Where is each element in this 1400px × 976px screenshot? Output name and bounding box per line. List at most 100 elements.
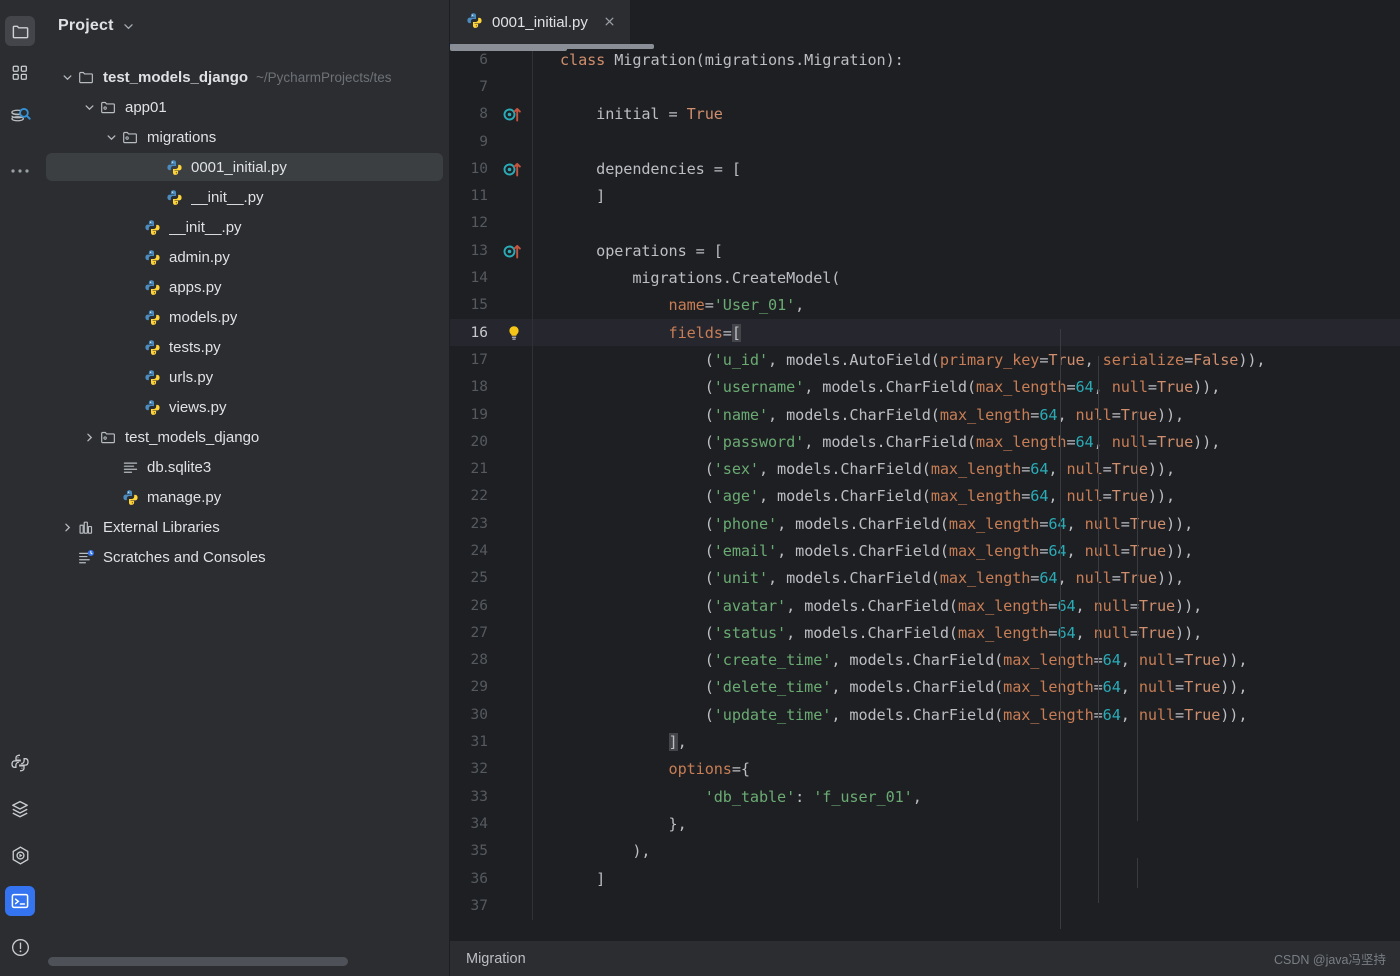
- code-line[interactable]: 20 ('password', models.CharField(max_len…: [450, 428, 1400, 456]
- tree-item-migrations[interactable]: migrations: [40, 122, 449, 152]
- code-token: =: [1102, 487, 1112, 506]
- tree-item-scratches-and-consoles[interactable]: Scratches and Consoles: [40, 542, 449, 572]
- code-line[interactable]: 16 fields=[: [450, 318, 1400, 347]
- tree-item-urls-py[interactable]: urls.py: [40, 362, 449, 392]
- tree-item-tests-py[interactable]: tests.py: [40, 332, 449, 362]
- tree-item-label: app01: [125, 98, 167, 116]
- code-line[interactable]: 8 initial = True: [450, 100, 1400, 128]
- code-line[interactable]: 12: [450, 209, 1400, 238]
- code-line[interactable]: 6 class Migration(migrations.Migration):: [450, 46, 1400, 74]
- code-line[interactable]: 7: [450, 73, 1400, 101]
- python-console-button[interactable]: [5, 748, 35, 778]
- more-tool-windows-button[interactable]: [5, 156, 35, 186]
- override-marker-icon[interactable]: [496, 159, 532, 179]
- code-line[interactable]: 17 ('u_id', models.AutoField(primary_key…: [450, 346, 1400, 374]
- scrollbar-thumb[interactable]: [48, 957, 348, 966]
- code-line[interactable]: 26 ('avatar', models.CharField(max_lengt…: [450, 591, 1400, 620]
- code-token: 'update_time': [713, 705, 832, 724]
- code-token: null: [1084, 514, 1121, 533]
- chevron-right-icon[interactable]: [58, 521, 76, 534]
- code-token: (: [560, 350, 714, 369]
- code-line[interactable]: 33 'db_table': 'f_user_01',: [450, 783, 1400, 811]
- code-line[interactable]: 29 ('delete_time', models.CharField(max_…: [450, 673, 1400, 702]
- code-line[interactable]: 10 dependencies = [: [450, 155, 1400, 183]
- database-search-button[interactable]: [5, 100, 35, 130]
- code-token: , models.CharField(: [804, 378, 977, 397]
- gutter-separator: [531, 264, 550, 292]
- code-token: )),: [1193, 432, 1221, 451]
- code-line[interactable]: 30 ('update_time', models.CharField(max_…: [450, 701, 1400, 729]
- gutter-marker-cell: [492, 292, 532, 319]
- intention-bulb-icon[interactable]: [496, 323, 532, 343]
- code-token: )),: [1175, 623, 1203, 642]
- editor-top-scroll-thumb[interactable]: [450, 46, 567, 51]
- code-line[interactable]: 21 ('sex', models.CharField(max_length=6…: [450, 455, 1400, 483]
- chevron-down-icon[interactable]: [122, 20, 135, 33]
- line-number: 18: [470, 379, 488, 396]
- override-marker-icon[interactable]: [496, 104, 532, 124]
- code-editor[interactable]: 6 class Migration(migrations.Migration): 7…: [450, 46, 1400, 940]
- gutter-separator: [531, 701, 550, 729]
- problems-button[interactable]: [5, 932, 35, 962]
- code-token: 'User_01': [713, 296, 796, 315]
- breadcrumb[interactable]: Migration: [466, 951, 526, 967]
- code-line[interactable]: 37: [450, 892, 1400, 920]
- structure-tool-window-button[interactable]: [5, 58, 35, 88]
- code-line[interactable]: 35 ),: [450, 837, 1400, 865]
- code-token: False: [1193, 350, 1239, 369]
- tree-item-manage-py[interactable]: manage.py: [40, 482, 449, 512]
- line-number: 25: [470, 570, 488, 587]
- code-line[interactable]: 15 name='User_01',: [450, 291, 1400, 319]
- code-token: ,: [1075, 596, 1094, 615]
- code-line[interactable]: 25 ('unit', models.CharField(max_length=…: [450, 564, 1400, 592]
- code-line[interactable]: 9: [450, 127, 1400, 156]
- code-line[interactable]: 36 ]: [450, 864, 1400, 893]
- chevron-down-icon[interactable]: [80, 101, 98, 114]
- tree-item-models-py[interactable]: models.py: [40, 302, 449, 332]
- tree-item-external-libraries[interactable]: External Libraries: [40, 512, 449, 542]
- code-line[interactable]: 31 ],: [450, 728, 1400, 756]
- terminal-button[interactable]: [5, 886, 35, 916]
- chevron-down-icon[interactable]: [58, 71, 76, 84]
- services-button[interactable]: [5, 794, 35, 824]
- project-tool-window-button[interactable]: [5, 16, 35, 46]
- code-line[interactable]: 32 options={: [450, 755, 1400, 784]
- run-button[interactable]: [5, 840, 35, 870]
- chevron-right-icon[interactable]: [80, 431, 98, 444]
- tree-item-test-models-django[interactable]: test_models_django ~/PycharmProjects/tes: [40, 62, 449, 92]
- tree-item-views-py[interactable]: views.py: [40, 392, 449, 422]
- tree-item-app01[interactable]: app01: [40, 92, 449, 122]
- code-line[interactable]: 13 operations = [: [450, 237, 1400, 265]
- chevron-down-icon[interactable]: [102, 131, 120, 144]
- tree-item-0001-initial-py[interactable]: 0001_initial.py: [40, 152, 449, 182]
- code-line[interactable]: 14 migrations.CreateModel(: [450, 264, 1400, 292]
- code-token: null: [1066, 460, 1103, 479]
- code-line[interactable]: 23 ('phone', models.CharField(max_length…: [450, 510, 1400, 538]
- code-line[interactable]: 11 ]: [450, 182, 1400, 210]
- tab-0001-initial-py[interactable]: 0001_initial.py: [450, 0, 630, 46]
- sidebar-horizontal-scrollbar[interactable]: [48, 957, 441, 967]
- code-line[interactable]: 28 ('create_time', models.CharField(max_…: [450, 646, 1400, 674]
- tree-item-apps-py[interactable]: apps.py: [40, 272, 449, 302]
- code-line[interactable]: 34 },: [450, 810, 1400, 838]
- code-token: null: [1138, 678, 1176, 697]
- run-hexagon-icon: [10, 845, 31, 866]
- override-marker-icon[interactable]: [496, 241, 532, 261]
- close-icon[interactable]: [603, 14, 616, 31]
- line-number: 30: [470, 706, 488, 723]
- tree-item-label: apps.py: [169, 278, 222, 296]
- tree-item-db-sqlite3[interactable]: db.sqlite3: [40, 452, 449, 482]
- tree-item--init-py[interactable]: __init__.py: [40, 182, 449, 212]
- tree-item-test-models-django[interactable]: test_models_django: [40, 422, 449, 452]
- code-line[interactable]: 24 ('email', models.CharField(max_length…: [450, 537, 1400, 565]
- code-line[interactable]: 18 ('username', models.CharField(max_len…: [450, 373, 1400, 401]
- code-token: max_length: [930, 487, 1022, 506]
- tree-item-admin-py[interactable]: admin.py: [40, 242, 449, 272]
- code-token: True: [1184, 678, 1221, 697]
- code-token: )),: [1156, 569, 1185, 588]
- code-line[interactable]: 22 ('age', models.CharField(max_length=6…: [450, 482, 1400, 511]
- tree-item--init-py[interactable]: __init__.py: [40, 212, 449, 242]
- code-line[interactable]: 19 ('name', models.CharField(max_length=…: [450, 400, 1400, 429]
- code-line[interactable]: 27 ('status', models.CharField(max_lengt…: [450, 619, 1400, 647]
- code-token: 64: [1102, 705, 1121, 724]
